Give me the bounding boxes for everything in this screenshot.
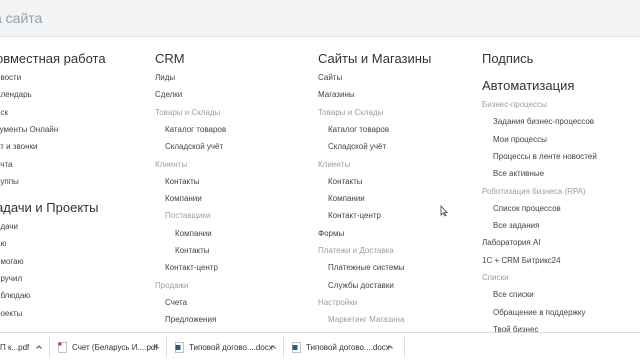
- menu-group-label[interactable]: Продажи: [155, 281, 188, 291]
- menu-item[interactable]: руппы: [0, 177, 19, 187]
- chevron-up-icon[interactable]: [35, 343, 43, 351]
- menu-item[interactable]: Складской учёт: [328, 142, 386, 152]
- download-separator: [49, 337, 50, 357]
- chevron-up-icon[interactable]: [386, 343, 394, 351]
- menu-group-label[interactable]: Клиенты: [155, 160, 187, 170]
- menu-item[interactable]: Все задания: [493, 221, 539, 231]
- menu-item[interactable]: очта: [0, 160, 12, 170]
- chevron-up-icon[interactable]: [152, 343, 160, 351]
- menu-heading-automation[interactable]: Автоматизация: [482, 79, 574, 93]
- menu-heading-crm[interactable]: CRM: [155, 52, 185, 66]
- download-separator: [404, 337, 405, 357]
- menu-item[interactable]: Складской учёт: [165, 142, 223, 152]
- menu-item[interactable]: Процессы в ленте новостей: [493, 152, 597, 162]
- menu-item[interactable]: Твой бизнес: [493, 325, 538, 332]
- downloads-bar: П к...pdf Счет (Беларусь И....pdf Типовой …: [0, 332, 640, 361]
- menu-item[interactable]: Компании: [328, 194, 365, 204]
- menu-item[interactable]: алендарь: [0, 90, 32, 100]
- menu-item[interactable]: Магазины: [318, 90, 355, 100]
- menu-item[interactable]: адачи: [0, 222, 18, 232]
- download-item[interactable]: Счет (Беларусь И....pdf: [58, 333, 158, 361]
- menu-item[interactable]: Все активные: [493, 169, 544, 179]
- menu-item[interactable]: Контакты: [175, 246, 210, 256]
- menu-group-label[interactable]: Настройки: [318, 298, 357, 308]
- menu-item[interactable]: Формы: [318, 229, 344, 239]
- download-separator: [283, 337, 284, 357]
- menu-group-label[interactable]: Бизнес-процессы: [482, 100, 547, 110]
- menu-item[interactable]: Каталог товаров: [165, 125, 226, 135]
- download-file-name: Типовой догово....docx: [189, 342, 273, 352]
- download-item[interactable]: П к...pdf: [0, 333, 29, 361]
- menu-group-label[interactable]: Поставщики: [165, 211, 211, 221]
- download-file-name: Типовой догово....docx: [306, 342, 390, 352]
- menu-item[interactable]: Платежные системы: [328, 263, 405, 273]
- menu-group-label[interactable]: Клиенты: [318, 160, 350, 170]
- download-item[interactable]: Типовой догово....docx: [175, 333, 273, 361]
- menu-item[interactable]: аблюдаю: [0, 291, 30, 301]
- menu-item[interactable]: Предложения: [165, 315, 216, 325]
- menu-group-label[interactable]: Товары и Склады: [155, 108, 220, 118]
- menu-heading-tasks[interactable]: адачи и Проекты: [0, 201, 98, 215]
- word-icon: [175, 341, 184, 353]
- menu-heading-collaboration[interactable]: овместная работа: [0, 52, 106, 66]
- menu-item[interactable]: Задания бизнес-процессов: [493, 117, 594, 127]
- menu-group-label[interactable]: Маркетинг Магазина: [328, 315, 404, 325]
- menu-item[interactable]: Контакты: [165, 177, 200, 187]
- menu-item[interactable]: аю: [0, 239, 6, 249]
- menu-item[interactable]: Каталог товаров: [328, 125, 389, 135]
- menu-item[interactable]: Счета: [165, 298, 187, 308]
- menu-group-label[interactable]: Платежи и Доставка: [318, 246, 394, 256]
- menu-item[interactable]: Компании: [165, 194, 202, 204]
- pdf-icon: [58, 341, 67, 353]
- menu-item[interactable]: ат и звонки: [0, 142, 38, 152]
- menu-item[interactable]: Лаборатория AI: [482, 238, 541, 248]
- download-separator: [166, 337, 167, 357]
- menu-heading-signature[interactable]: Подпись: [482, 52, 533, 66]
- menu-item[interactable]: 1С + CRM Битрикс24: [482, 256, 561, 266]
- menu-heading-sites[interactable]: Сайты и Магазины: [318, 52, 431, 66]
- menu-item[interactable]: иск: [0, 108, 8, 118]
- download-item[interactable]: Типовой догово....docx: [292, 333, 390, 361]
- menu-panel: овместная работа овости алендарь иск кументы…: [0, 0, 640, 333]
- chevron-up-icon[interactable]: [269, 343, 277, 351]
- menu-item[interactable]: Контакт-центр: [328, 211, 381, 221]
- menu-item[interactable]: овости: [0, 73, 21, 83]
- menu-item[interactable]: Сделки: [155, 90, 182, 100]
- menu-item[interactable]: роекты: [0, 309, 22, 319]
- menu-item[interactable]: Контакт-центр: [165, 263, 218, 273]
- menu-item[interactable]: Все списки: [493, 290, 534, 300]
- menu-item[interactable]: Сайты: [318, 73, 342, 83]
- menu-item[interactable]: кументы Онлайн: [0, 125, 58, 135]
- word-icon: [292, 341, 301, 353]
- download-file-name: П к...pdf: [0, 342, 30, 352]
- menu-group-label[interactable]: Роботизация бизнеса (RPA): [482, 187, 586, 197]
- menu-item[interactable]: Службы доставки: [328, 281, 394, 291]
- menu-item[interactable]: Контакты: [328, 177, 363, 187]
- menu-group-label[interactable]: Товары и Склады: [318, 108, 383, 118]
- mouse-cursor-icon: [440, 205, 448, 217]
- menu-item[interactable]: Обращение в поддержку: [493, 308, 585, 318]
- download-file-name: Счет (Беларусь И....pdf: [72, 342, 158, 352]
- menu-group-label[interactable]: Списки: [482, 273, 509, 283]
- menu-item[interactable]: Список процессов: [493, 204, 561, 214]
- menu-item[interactable]: оручил: [0, 274, 22, 284]
- menu-item[interactable]: Лиды: [155, 73, 175, 83]
- menu-item[interactable]: Компании: [175, 229, 212, 239]
- menu-item[interactable]: омогаю: [0, 257, 24, 267]
- menu-item[interactable]: Мои процессы: [493, 135, 547, 145]
